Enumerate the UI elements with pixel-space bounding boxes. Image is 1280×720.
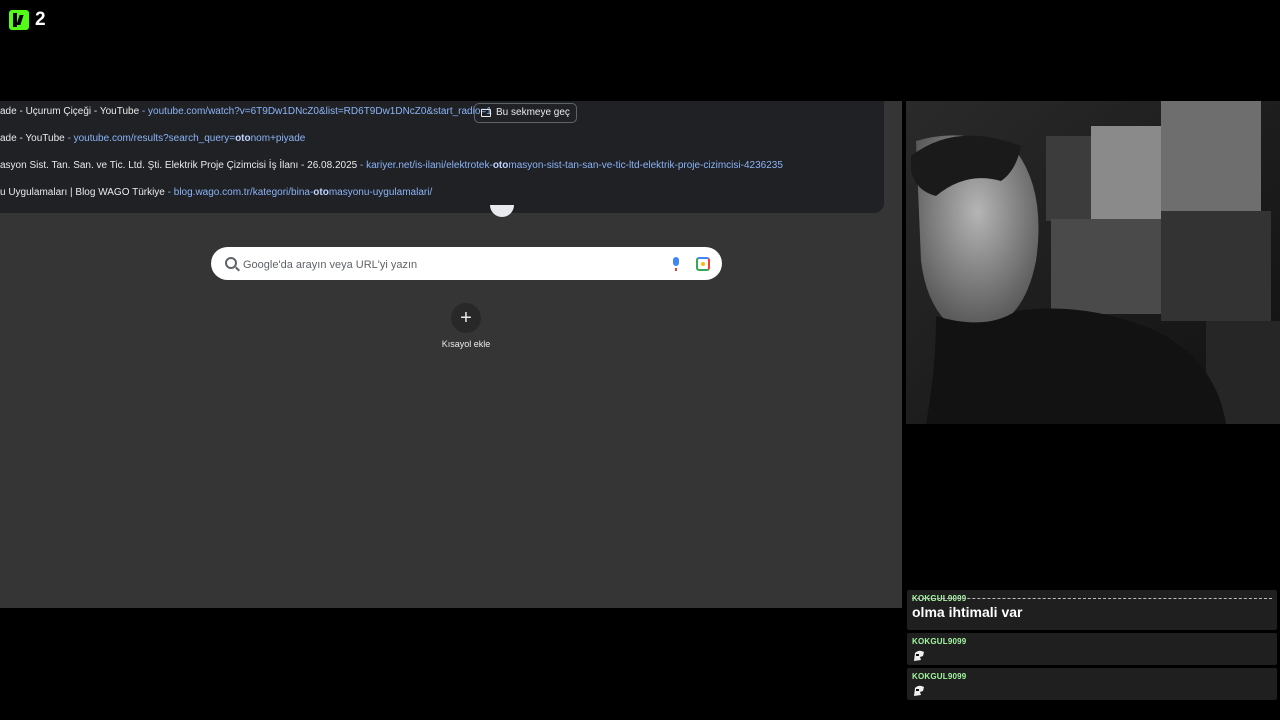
search-box[interactable] — [211, 247, 722, 280]
suggestion-separator: - — [164, 187, 174, 198]
suggestion-title: ade - Uçurum Çiçeği - YouTube — [0, 106, 140, 117]
url-match: oto — [235, 133, 251, 144]
url-part: youtube.com/results?search_query= — [73, 133, 236, 144]
webcam-image — [906, 101, 1280, 424]
divider — [912, 598, 1272, 599]
emote-icon — [914, 685, 924, 696]
suggestion-separator: - — [64, 133, 74, 144]
url-part: masyon-sist-tan-san-ve-tic-ltd-elektrik-… — [508, 160, 783, 171]
suggestion-separator: - — [139, 106, 149, 117]
chat-message: KOKGUL9099 — [907, 668, 1277, 700]
poster — [1161, 101, 1261, 211]
chat-text-content: olma ihtimali var — [912, 604, 1023, 620]
suggestion-row[interactable]: asyon Sist. Tan. San. ve Tic. Ltd. Şti. … — [0, 157, 783, 175]
poster — [1046, 136, 1091, 221]
tab-icon — [481, 109, 491, 117]
plus-icon[interactable]: + — [451, 303, 481, 333]
chat-message: KOKGUL9099 olma ihtimali var — [907, 590, 1277, 630]
suggestion-title: ade - YouTube — [0, 133, 65, 144]
webcam-feed — [906, 101, 1280, 424]
poster — [1161, 211, 1271, 321]
url-part: kariyer.net/is-ilani/elektrotek- — [366, 160, 493, 171]
microphone-icon[interactable] — [673, 257, 679, 271]
suggestion-url: kariyer.net/is-ilani/elektrotek-otomasyo… — [366, 160, 783, 171]
poster — [1091, 126, 1161, 221]
logo-number: 2 — [35, 9, 46, 30]
suggestion-row[interactable]: u Uygulamaları | Blog WAGO Türkiye - blo… — [0, 184, 432, 202]
google-logo-partial — [490, 205, 514, 217]
kick-k-icon — [9, 10, 29, 30]
url-match: oto — [492, 160, 509, 171]
suggestion-url: youtube.com/watch?v=6T9Dw1DNcZ0&list=RD6… — [148, 106, 492, 117]
add-shortcut-label: Kısayol ekle — [441, 339, 491, 349]
url-part: blog.wago.com.tr/kategori/bina- — [173, 187, 314, 198]
switch-to-tab-button[interactable]: Bu sekmeye geç — [474, 103, 577, 123]
poster — [1051, 219, 1161, 314]
suggestion-url: blog.wago.com.tr/kategori/bina-otomasyon… — [174, 187, 432, 198]
add-shortcut[interactable]: + Kısayol ekle — [436, 303, 496, 349]
suggestion-title: u Uygulamaları | Blog WAGO Türkiye — [0, 187, 165, 198]
chat-overlay: KOKGUL9099 olma ihtimali var KOKGUL9099 … — [907, 590, 1277, 703]
search-input[interactable] — [241, 253, 645, 276]
url-part: masyonu-uygulamalari/ — [328, 187, 433, 198]
browser-screen-capture: ade - Uçurum Çiçeği - YouTube - youtube.… — [0, 101, 902, 608]
switch-to-tab-label: Bu sekmeye geç — [496, 107, 570, 118]
search-icon — [225, 257, 237, 269]
suggestion-separator: - — [357, 160, 367, 171]
chat-message: KOKGUL9099 — [907, 633, 1277, 665]
chat-username[interactable]: KOKGUL9099 — [912, 672, 1272, 681]
kick-logo: 2 — [9, 9, 46, 31]
omnibox-suggestions: ade - Uçurum Çiçeği - YouTube - youtube.… — [0, 101, 884, 213]
suggestion-row[interactable]: ade - Uçurum Çiçeği - YouTube - youtube.… — [0, 103, 492, 121]
google-lens-icon[interactable] — [696, 257, 710, 271]
suggestion-title: asyon Sist. Tan. San. ve Tic. Ltd. Şti. … — [0, 160, 358, 171]
url-part: nom+piyade — [250, 133, 306, 144]
suggestion-row[interactable]: ade - YouTube - youtube.com/results?sear… — [0, 130, 305, 148]
suggestion-url: youtube.com/results?search_query=otonom+… — [74, 133, 306, 144]
url-match: oto — [313, 187, 329, 198]
emote-icon — [914, 650, 924, 661]
chat-username[interactable]: KOKGUL9099 — [912, 637, 1272, 646]
chat-text: olma ihtimali var — [912, 598, 1272, 620]
